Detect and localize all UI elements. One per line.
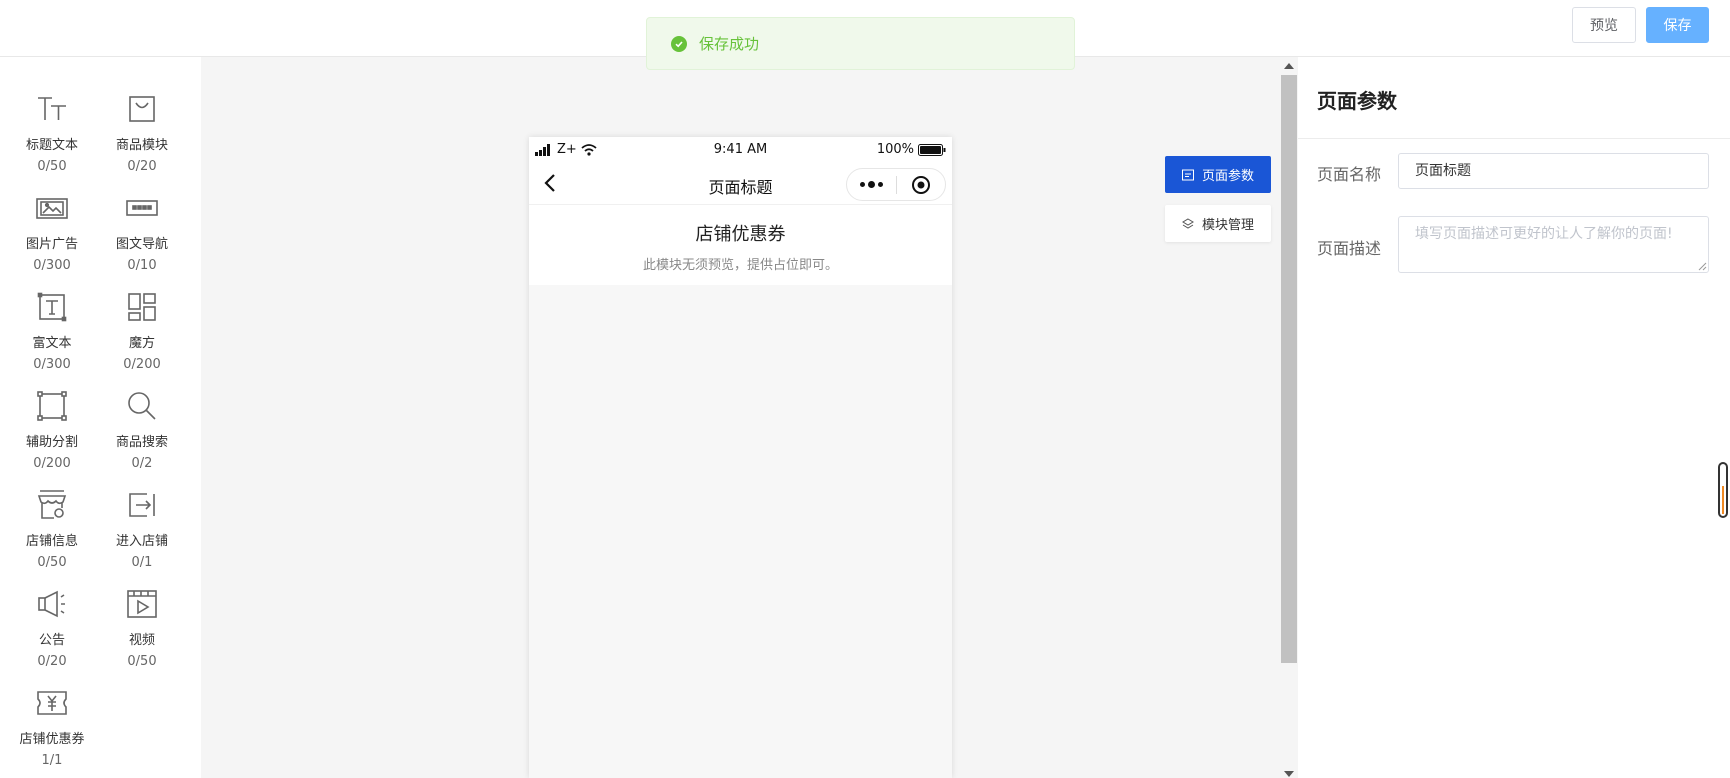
widget-title-text[interactable]: 标题文本 0/50 <box>7 83 97 179</box>
tab-label: 模块管理 <box>1201 218 1254 233</box>
title-text-icon <box>34 91 70 127</box>
widget-count: 0/2 <box>131 456 153 471</box>
widget-label: 公告 <box>38 633 65 648</box>
divider-box-icon <box>34 388 70 424</box>
shopping-bag-icon <box>124 91 160 127</box>
more-dots-icon[interactable] <box>847 181 896 188</box>
coupon-title: 店铺优惠券 <box>695 224 786 245</box>
widget-cube[interactable]: 魔方 0/200 <box>97 281 187 377</box>
tab-module-manage[interactable]: 模块管理 <box>1165 205 1271 242</box>
widget-count: 0/300 <box>33 357 71 372</box>
scroll-up-icon[interactable] <box>1284 63 1294 69</box>
widget-count: 0/10 <box>127 258 157 273</box>
rich-text-icon <box>34 289 70 325</box>
cube-layout-icon <box>124 289 160 325</box>
widget-label: 标题文本 <box>25 138 78 153</box>
scroll-thumb[interactable] <box>1281 75 1297 663</box>
widget-count: 0/50 <box>127 654 157 669</box>
widget-count: 0/200 <box>33 456 71 471</box>
properties-panel: 页面参数 页面名称 页面标题 页面描述 填写页面描述可更好的让人了解你的页面! <box>1298 57 1730 778</box>
widget-label: 商品搜索 <box>115 435 168 450</box>
widget-count: 0/20 <box>37 654 67 669</box>
video-icon <box>124 586 160 622</box>
widget-label: 辅助分割 <box>25 435 78 450</box>
widget-product-search[interactable]: 商品搜索 0/2 <box>97 380 187 476</box>
widget-image-nav[interactable]: 图文导航 0/10 <box>97 182 187 278</box>
resize-grip-icon[interactable] <box>1697 261 1707 271</box>
panel-title: 页面参数 <box>1317 89 1397 113</box>
widget-count: 0/20 <box>127 159 157 174</box>
close-circle-icon[interactable] <box>897 175 945 195</box>
widget-product-module[interactable]: 商品模块 0/20 <box>97 83 187 179</box>
widget-label: 店铺信息 <box>25 534 78 549</box>
check-circle-icon <box>671 35 687 52</box>
coupon-subtitle: 此模块无须预览，提供占位即可。 <box>642 258 838 273</box>
scroll-down-icon[interactable] <box>1284 771 1294 777</box>
widget-count: 0/1 <box>131 555 153 570</box>
phone-preview: Z+ 9:41 AM 100% 页面标题 店铺优惠券 此模块无须预览，提供占位即… <box>529 137 952 778</box>
component-palette: 标题文本 0/50 商品模块 0/20 图片广告 0/300 图文导航 0/10… <box>0 57 201 778</box>
layers-icon <box>1182 217 1194 229</box>
enter-store-icon <box>124 487 160 523</box>
page-desc-textarea[interactable]: 填写页面描述可更好的让人了解你的页面! <box>1398 216 1709 273</box>
widget-store-coupon[interactable]: 店铺优惠券 1/1 <box>7 677 97 773</box>
store-info-icon <box>34 487 70 523</box>
widget-video[interactable]: 视频 0/50 <box>97 578 187 674</box>
widget-notice[interactable]: 公告 0/20 <box>7 578 97 674</box>
mini-program-capsule <box>846 168 946 201</box>
widget-label: 魔方 <box>128 336 155 351</box>
image-nav-icon <box>124 190 160 226</box>
preview-button[interactable]: 预览 <box>1572 7 1636 43</box>
success-toast: 保存成功 <box>646 17 1075 70</box>
page-name-label: 页面名称 <box>1317 165 1382 184</box>
widget-count: 0/50 <box>37 159 67 174</box>
widget-count: 1/1 <box>41 753 63 768</box>
widget-label: 富文本 <box>32 336 72 351</box>
widget-label: 图片广告 <box>25 237 78 252</box>
widget-label: 图文导航 <box>115 237 168 252</box>
image-ad-icon <box>34 190 70 226</box>
widget-label: 商品模块 <box>115 138 168 153</box>
save-button[interactable]: 保存 <box>1646 7 1709 43</box>
coupon-module-placeholder[interactable]: 店铺优惠券 此模块无须预览，提供占位即可。 <box>529 205 952 285</box>
page-desc-label: 页面描述 <box>1317 239 1382 258</box>
tab-label: 页面参数 <box>1201 169 1254 184</box>
battery-icon <box>918 143 946 156</box>
widget-image-ad[interactable]: 图片广告 0/300 <box>7 182 97 278</box>
toast-message: 保存成功 <box>699 35 760 53</box>
widget-enter-store[interactable]: 进入店铺 0/1 <box>97 479 187 575</box>
megaphone-icon <box>34 586 70 622</box>
edge-scroll-handle[interactable] <box>1718 462 1728 518</box>
editor-canvas: Z+ 9:41 AM 100% 页面标题 店铺优惠券 此模块无须预览，提供占位即… <box>201 57 1280 778</box>
search-icon <box>124 388 160 424</box>
canvas-scrollbar[interactable] <box>1280 57 1298 778</box>
widget-label: 进入店铺 <box>115 534 168 549</box>
widget-label: 店铺优惠券 <box>19 732 85 747</box>
battery-percent: 100% <box>876 142 914 157</box>
phone-status-bar: Z+ 9:41 AM 100% <box>529 137 952 162</box>
widget-count: 0/300 <box>33 258 71 273</box>
widget-store-info[interactable]: 店铺信息 0/50 <box>7 479 97 575</box>
widget-rich-text[interactable]: 富文本 0/300 <box>7 281 97 377</box>
phone-nav-bar: 页面标题 <box>529 162 952 205</box>
page-name-input[interactable]: 页面标题 <box>1398 153 1709 189</box>
coupon-icon <box>34 685 70 721</box>
widget-label: 视频 <box>128 633 155 648</box>
panel-divider <box>1298 138 1730 139</box>
widget-count: 0/200 <box>123 357 161 372</box>
page-icon <box>1181 169 1194 180</box>
tab-page-params[interactable]: 页面参数 <box>1165 156 1271 193</box>
widget-divider[interactable]: 辅助分割 0/200 <box>7 380 97 476</box>
widget-count: 0/50 <box>37 555 67 570</box>
